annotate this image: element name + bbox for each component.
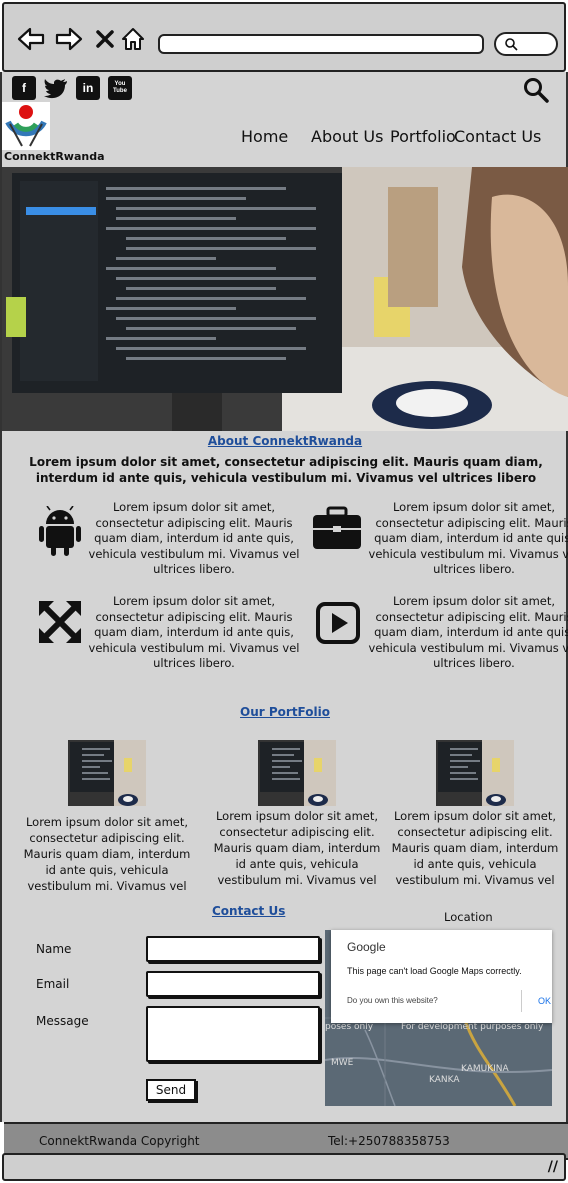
search-icon (504, 37, 518, 54)
briefcase-icon (312, 506, 361, 550)
home-icon[interactable] (118, 24, 148, 54)
footer-copyright: ConnektRwanda Copyright (39, 1134, 200, 1148)
map-place-label: MWE (331, 1058, 354, 1068)
portfolio-item[interactable]: Lorem ipsum dolor sit amet, consectetur … (20, 740, 194, 894)
browser-toolbar (2, 2, 566, 72)
feature-text: Lorem ipsum dolor sit amet, consectetur … (88, 594, 300, 670)
feature-text: Lorem ipsum dolor sit amet, consectetur … (368, 594, 568, 670)
portfolio-item[interactable]: Lorem ipsum dolor sit amet, consectetur … (388, 740, 562, 888)
play-icon (316, 600, 360, 644)
twitter-icon[interactable] (44, 76, 68, 100)
social-links: f in You Tube (12, 76, 132, 100)
location-heading: Location (444, 910, 493, 924)
maps-error-message: This page can't load Google Maps correct… (347, 966, 522, 976)
feature-text: Lorem ipsum dolor sit amet, consectetur … (88, 500, 300, 576)
site-logo[interactable]: ConnektRwanda (2, 100, 105, 164)
map-place-label: KAMUKINA (461, 1064, 509, 1074)
portfolio-thumbnail[interactable] (68, 740, 146, 806)
name-label: Name (36, 942, 72, 956)
back-arrow-icon[interactable] (16, 24, 46, 54)
browser-search-field[interactable] (494, 32, 558, 56)
map-dev-watermark: poses only (325, 1022, 374, 1032)
about-intro: Lorem ipsum dolor sit amet, consectetur … (29, 455, 543, 485)
resize-grip-icon[interactable]: // (548, 1159, 558, 1175)
map-place-label: KANKA (429, 1075, 460, 1085)
portfolio-text: Lorem ipsum dolor sit amet, consectetur … (213, 809, 381, 887)
feature-card: Lorem ipsum dolor sit amet, consectetur … (312, 500, 568, 582)
email-label: Email (36, 977, 70, 991)
feature-text: Lorem ipsum dolor sit amet, consectetur … (368, 500, 568, 576)
close-icon[interactable] (90, 24, 120, 54)
message-field[interactable] (146, 1006, 320, 1062)
map-dev-watermark: For development purposes only (401, 1022, 544, 1032)
contact-heading[interactable]: Contact Us (212, 904, 285, 918)
name-field[interactable] (146, 936, 320, 962)
logo-text: ConnektRwanda (4, 150, 105, 163)
maps-error-dialog: Google This page can't load Google Maps … (331, 930, 552, 1023)
portfolio-thumbnail[interactable] (258, 740, 336, 806)
footer-phone: Tel:+250788358753 (328, 1134, 450, 1148)
portfolio-item[interactable]: Lorem ipsum dolor sit amet, consectetur … (210, 740, 384, 888)
message-label: Message (36, 1014, 89, 1028)
portfolio-heading[interactable]: Our PortFolio (2, 705, 568, 719)
email-field[interactable] (146, 971, 320, 997)
nav-portfolio[interactable]: Portfolio (390, 127, 456, 146)
site-search-icon[interactable] (522, 76, 550, 104)
portfolio-text: Lorem ipsum dolor sit amet, consectetur … (23, 815, 191, 893)
portfolio-text: Lorem ipsum dolor sit amet, consectetur … (391, 809, 559, 887)
web-page: f in You Tube ConnektRwanda Home About U… (0, 72, 568, 1160)
feature-card: Lorem ipsum dolor sit amet, consectetur … (316, 594, 568, 676)
hero-image (2, 167, 568, 431)
ok-button[interactable]: OK (521, 990, 552, 1012)
logo-globe-icon (2, 102, 50, 150)
send-button[interactable]: Send (146, 1079, 196, 1101)
feature-card: Lorem ipsum dolor sit amet, consectetur … (38, 594, 308, 676)
facebook-icon[interactable]: f (12, 76, 36, 100)
feature-card: Lorem ipsum dolor sit amet, consectetur … (38, 500, 308, 582)
linkedin-icon[interactable]: in (76, 76, 100, 100)
browser-status-bar: // (2, 1153, 566, 1181)
nav-home[interactable]: Home (241, 127, 288, 146)
expand-arrows-icon (38, 600, 82, 644)
forward-arrow-icon[interactable] (54, 24, 84, 54)
nav-about-us[interactable]: About Us (311, 127, 383, 146)
portfolio-thumbnail[interactable] (436, 740, 514, 806)
google-logo: Google (347, 940, 386, 954)
nav-contact-us[interactable]: Contact Us (454, 127, 541, 146)
own-website-link[interactable]: Do you own this website? (347, 996, 438, 1005)
address-bar[interactable] (158, 34, 484, 54)
about-heading[interactable]: About ConnektRwanda (2, 434, 568, 448)
youtube-icon[interactable]: You Tube (108, 76, 132, 100)
android-icon (38, 505, 82, 556)
